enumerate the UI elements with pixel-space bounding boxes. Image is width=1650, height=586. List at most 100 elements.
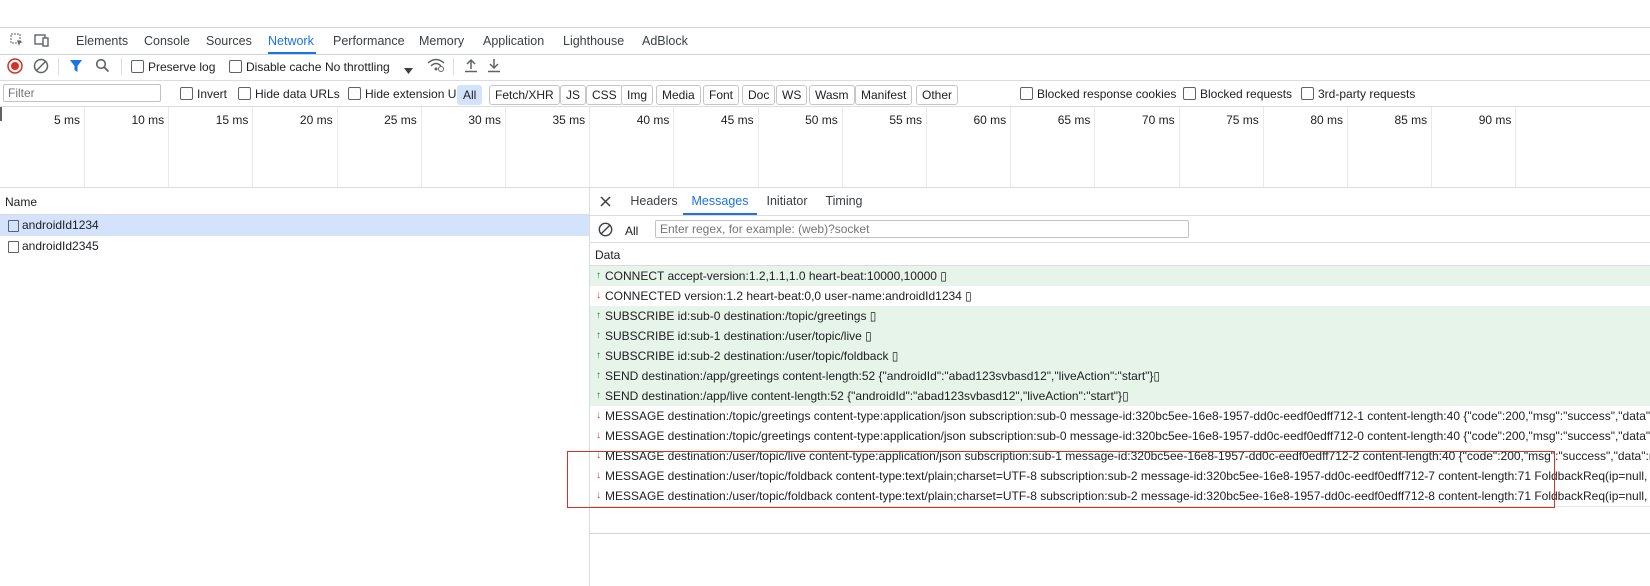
timeline-gridline bbox=[1431, 107, 1433, 187]
invert-checkbox[interactable] bbox=[180, 87, 193, 100]
device-toolbar-icon[interactable] bbox=[34, 33, 50, 50]
timeline-gridline bbox=[926, 107, 927, 187]
tab-lighthouse[interactable]: Lighthouse bbox=[563, 28, 624, 54]
name-column-header[interactable]: Name bbox=[5, 195, 37, 209]
blocked-response-cookies-checkbox[interactable] bbox=[1020, 87, 1033, 100]
filter-type-all[interactable]: All bbox=[457, 85, 483, 105]
message-data: CONNECT accept-version:1.2,1.1,1.0 heart… bbox=[605, 269, 947, 283]
tab-console[interactable]: Console bbox=[144, 28, 190, 54]
detail-tab-timing[interactable]: Timing bbox=[815, 188, 873, 215]
timeline-gridline bbox=[505, 107, 506, 187]
tab-memory[interactable]: Memory bbox=[419, 28, 464, 54]
third-party-requests-label: 3rd-party requests bbox=[1318, 87, 1416, 101]
detail-tab-messages[interactable]: Messages bbox=[683, 188, 757, 215]
document-icon bbox=[8, 241, 19, 253]
timeline-gridline bbox=[420, 107, 422, 187]
data-column-header: Data bbox=[595, 248, 621, 262]
tab-performance[interactable]: Performance bbox=[333, 28, 405, 54]
detail-tab-headers[interactable]: Headers bbox=[621, 188, 687, 215]
preserve-log-label: Preserve log bbox=[148, 60, 216, 74]
throttling-select[interactable]: No throttling bbox=[325, 60, 390, 74]
message-row[interactable]: ↑ SUBSCRIBE id:sub-1 destination:/user/to… bbox=[590, 326, 1650, 347]
detail-tab-initiator[interactable]: Initiator bbox=[755, 188, 819, 215]
document-icon bbox=[8, 220, 19, 232]
message-filter-select[interactable]: All bbox=[625, 224, 638, 238]
tab-network[interactable]: Network bbox=[268, 28, 316, 54]
blocked-requests-checkbox[interactable] bbox=[1183, 87, 1196, 100]
filter-type-manifest[interactable]: Manifest bbox=[855, 85, 913, 105]
filter-type-wasm[interactable]: Wasm bbox=[809, 85, 855, 105]
filter-type-css[interactable]: CSS bbox=[586, 85, 623, 105]
search-icon[interactable] bbox=[95, 58, 110, 76]
preserve-log-checkbox[interactable] bbox=[131, 60, 144, 73]
timeline-tick-label: 90 ms bbox=[1478, 113, 1512, 127]
timeline-gridline bbox=[841, 107, 843, 187]
tab-application[interactable]: Application bbox=[483, 28, 544, 54]
timeline-gridline bbox=[336, 107, 338, 187]
message-row[interactable]: ↑ SEND destination:/app/live content-leng… bbox=[590, 386, 1650, 407]
tab-elements[interactable]: Elements bbox=[76, 28, 128, 54]
request-name: androidId2345 bbox=[22, 239, 99, 253]
hide-data-urls-checkbox[interactable] bbox=[238, 87, 251, 100]
timeline-tick-label: 45 ms bbox=[720, 113, 754, 127]
record-icon[interactable] bbox=[7, 58, 23, 77]
filter-type-media[interactable]: Media bbox=[656, 85, 701, 105]
disable-cache-checkbox[interactable] bbox=[229, 60, 242, 73]
timeline-gridline bbox=[1262, 107, 1264, 187]
message-data: SEND destination:/app/greetings content-… bbox=[605, 369, 1161, 383]
timeline-tick-label: 25 ms bbox=[384, 113, 417, 127]
timeline-tick-label: 50 ms bbox=[805, 113, 838, 127]
sent-arrow-icon: ↑ bbox=[596, 310, 601, 321]
clear-icon[interactable] bbox=[33, 58, 49, 77]
tab-sources[interactable]: Sources bbox=[206, 28, 252, 54]
hide-extension-urls-checkbox[interactable] bbox=[348, 87, 361, 100]
filter-type-font[interactable]: Font bbox=[703, 85, 740, 105]
sent-arrow-icon: ↑ bbox=[596, 350, 601, 361]
received-arrow-icon: ↓ bbox=[596, 290, 601, 301]
network-conditions-icon[interactable] bbox=[427, 58, 445, 76]
timeline-tick-label: 5 ms bbox=[53, 113, 80, 127]
message-row[interactable]: ↑ SUBSCRIBE id:sub-2 destination:/user/to… bbox=[590, 346, 1650, 367]
filter-icon[interactable] bbox=[69, 59, 83, 76]
filter-type-js[interactable]: JS bbox=[560, 85, 587, 105]
message-row[interactable]: ↓ CONNECTED version:1.2 heart-beat:0,0 us… bbox=[590, 286, 1650, 307]
message-row[interactable]: ↓ MESSAGE destination:/topic/greetings co… bbox=[590, 406, 1650, 427]
timeline-gridline bbox=[757, 107, 759, 187]
filter-type-doc[interactable]: Doc bbox=[742, 85, 776, 105]
filter-type-fetch-xhr[interactable]: Fetch/XHR bbox=[489, 85, 560, 105]
inspect-element-icon[interactable] bbox=[10, 33, 24, 50]
request-row[interactable]: androidId2345 bbox=[0, 236, 589, 257]
timeline-tick-label: 20 ms bbox=[299, 113, 333, 127]
timeline-gridline bbox=[673, 107, 675, 187]
message-data: SUBSCRIBE id:sub-0 destination:/topic/gr… bbox=[605, 309, 877, 323]
clear-messages-icon[interactable] bbox=[598, 222, 613, 240]
third-party-requests-checkbox[interactable] bbox=[1301, 87, 1314, 100]
chevron-down-icon[interactable] bbox=[404, 63, 413, 77]
timeline-tick-label: 80 ms bbox=[1310, 113, 1343, 127]
export-har-icon[interactable] bbox=[487, 58, 501, 76]
timeline-gridline bbox=[168, 107, 170, 187]
timeline-tick-label: 85 ms bbox=[1394, 113, 1428, 127]
message-row[interactable]: ↑ SEND destination:/app/greetings content… bbox=[590, 366, 1650, 387]
tab-adblock[interactable]: AdBlock bbox=[642, 28, 688, 54]
filter-type-other[interactable]: Other bbox=[916, 85, 959, 105]
message-data: MESSAGE destination:/topic/greetings con… bbox=[605, 429, 1650, 443]
filter-type-img[interactable]: Img bbox=[621, 85, 654, 105]
timeline-tick-label: 70 ms bbox=[1141, 113, 1175, 127]
message-data: CONNECTED version:1.2 heart-beat:0,0 use… bbox=[605, 289, 972, 303]
regex-filter-input[interactable] bbox=[655, 220, 1189, 238]
timeline-gridline bbox=[252, 107, 254, 187]
request-row[interactable]: androidId1234 bbox=[0, 215, 589, 236]
import-har-icon[interactable] bbox=[464, 58, 478, 76]
filter-type-ws[interactable]: WS bbox=[776, 85, 808, 105]
message-row[interactable]: ↑ CONNECT accept-version:1.2,1.1,1.0 hear… bbox=[590, 266, 1650, 287]
filter-bar: Invert Hide data URLs Hide extension URL… bbox=[0, 81, 1650, 107]
message-row[interactable]: ↑ SUBSCRIBE id:sub-0 destination:/topic/g… bbox=[590, 306, 1650, 327]
timeline-gridline bbox=[589, 107, 591, 187]
message-data: SUBSCRIBE id:sub-2 destination:/user/top… bbox=[605, 349, 899, 363]
message-row[interactable]: ↓ MESSAGE destination:/topic/greetings co… bbox=[590, 426, 1650, 447]
network-timeline-overview[interactable]: 5 ms 10 ms 15 ms 20 ms 25 ms 30 ms 35 ms 40 ms 4… bbox=[0, 107, 1650, 188]
message-data: SUBSCRIBE id:sub-1 destination:/user/top… bbox=[605, 329, 872, 343]
close-icon[interactable] bbox=[600, 196, 611, 210]
filter-input[interactable] bbox=[3, 84, 161, 102]
